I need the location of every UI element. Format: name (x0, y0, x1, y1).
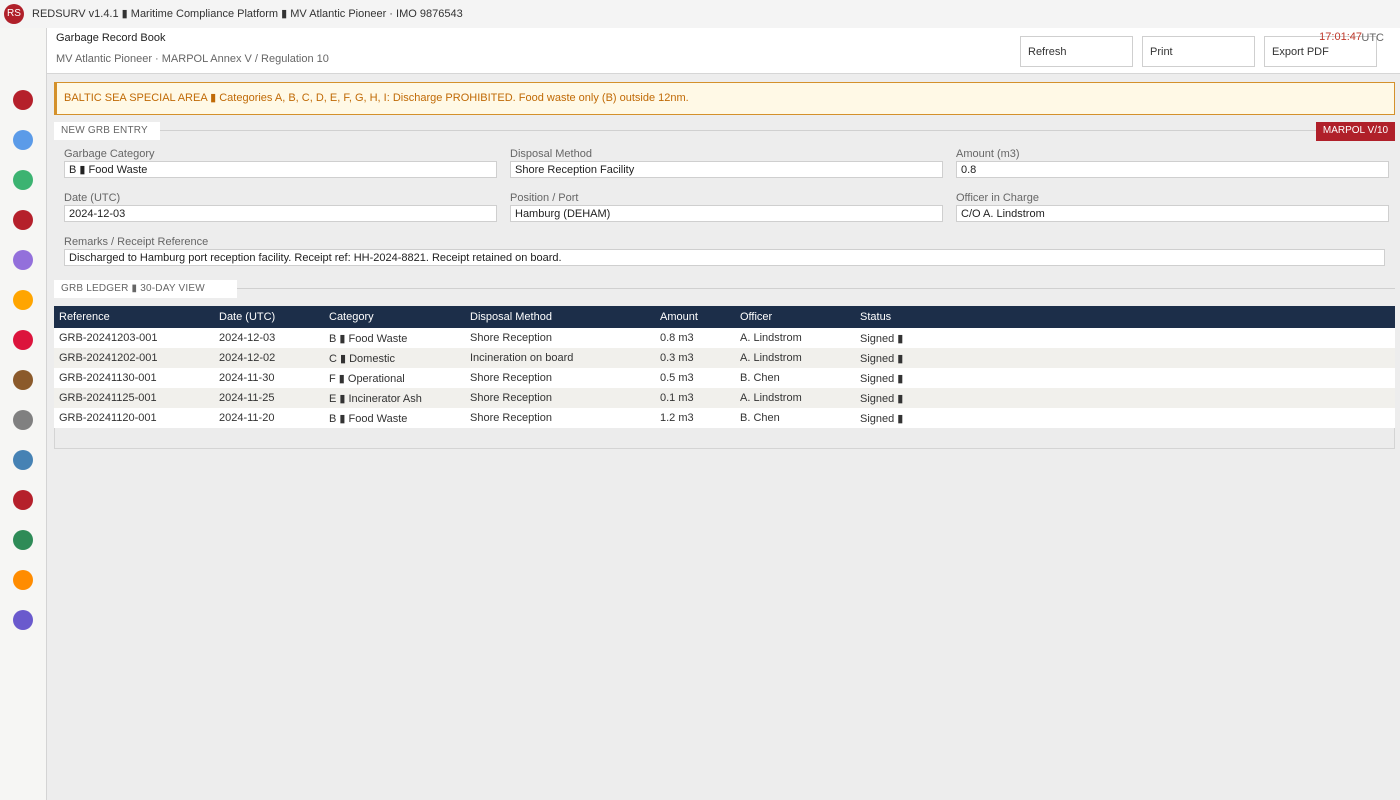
reference-cell: GRB-20241120-001 (59, 412, 157, 424)
title-bar: RS REDSURV v1.4.1 ▮ Maritime Compliance … (0, 0, 1400, 28)
darkorange-circle-icon[interactable] (13, 570, 33, 590)
date-cell: 2024-12-02 (219, 352, 276, 364)
disposal-method-cell: Incineration on board (470, 352, 574, 364)
orange-circle-icon[interactable] (13, 290, 33, 310)
section-divider (160, 130, 1316, 131)
print-button[interactable]: Print (1142, 36, 1255, 67)
utc-clock: 17:01:47 (1319, 31, 1362, 43)
officer-cell: B. Chen (740, 412, 780, 424)
disposal-method-cell: Shore Reception (470, 392, 552, 404)
brown-circle-icon[interactable] (13, 370, 33, 390)
seagreen-circle-icon[interactable] (13, 530, 33, 550)
officer-cell: A. Lindstrom (740, 392, 802, 404)
date-cell: 2024-11-30 (219, 372, 275, 384)
category-cell: B ▮ Food Waste (329, 332, 408, 345)
disposal-method-cell: Shore Reception (470, 372, 552, 384)
category-cell: E ▮ Incinerator Ash (329, 392, 422, 405)
method-label: Disposal Method (510, 148, 592, 160)
red-circle-icon[interactable] (13, 490, 33, 510)
blue-circle-icon[interactable] (13, 130, 33, 150)
date-label: Date (UTC) (64, 192, 121, 204)
remarks-field[interactable] (64, 249, 1385, 266)
reference-cell: GRB-20241202-001 (59, 352, 158, 364)
slateblue-circle-icon[interactable] (13, 610, 33, 630)
table-row[interactable]: GRB-20241125-001 2024-11-25 E ▮ Incinera… (54, 388, 1395, 408)
page-title: Garbage Record Book (56, 32, 166, 44)
amount-cell: 0.3 m3 (660, 352, 694, 364)
disposal-method-cell: Shore Reception (470, 412, 552, 424)
officer-cell: B. Chen (740, 372, 780, 384)
red-circle-icon[interactable] (13, 210, 33, 230)
gray-circle-icon[interactable] (13, 410, 33, 430)
status-cell: Signed ▮ (860, 332, 904, 345)
date-field[interactable] (64, 205, 497, 222)
column-header-status[interactable]: Status (855, 306, 1395, 328)
column-header-amount[interactable]: Amount (655, 306, 735, 328)
category-cell: F ▮ Operational (329, 372, 405, 385)
table-header-row: Reference Date (UTC) Category Disposal M… (54, 306, 1395, 328)
steelblue-circle-icon[interactable] (13, 450, 33, 470)
category-label: Garbage Category (64, 148, 155, 160)
amount-cell: 0.1 m3 (660, 392, 694, 404)
officer-field[interactable] (956, 205, 1389, 222)
status-cell: Signed ▮ (860, 392, 904, 405)
garbage-category-field[interactable] (64, 161, 497, 178)
crimson-circle-icon[interactable] (13, 330, 33, 350)
app-title: REDSURV v1.4.1 ▮ Maritime Compliance Pla… (32, 8, 463, 20)
page-subtitle: MV Atlantic Pioneer · MARPOL Annex V / R… (56, 53, 329, 65)
red-circle-icon[interactable] (13, 90, 33, 110)
column-header-date[interactable]: Date (UTC) (214, 306, 324, 328)
page-header: Garbage Record Book MV Atlantic Pioneer … (47, 28, 1400, 74)
amount-cell: 0.8 m3 (660, 332, 694, 344)
table-row[interactable]: GRB-20241130-001 2024-11-30 F ▮ Operatio… (54, 368, 1395, 388)
marpol-regulation-badge: MARPOL V/10 (1316, 122, 1395, 141)
date-cell: 2024-12-03 (219, 332, 276, 344)
table-footer (54, 428, 1395, 449)
amount-cell: 1.2 m3 (660, 412, 694, 424)
table-row[interactable]: GRB-20241120-001 2024-11-20 B ▮ Food Was… (54, 408, 1395, 428)
column-header-disposal-method[interactable]: Disposal Method (465, 306, 655, 328)
timezone-label: UTC (1361, 32, 1384, 44)
section-divider (237, 288, 1395, 289)
new-entry-section-title: NEW GRB ENTRY (54, 122, 160, 140)
purple-circle-icon[interactable] (13, 250, 33, 270)
reference-cell: GRB-20241130-001 (59, 372, 157, 384)
column-header-officer[interactable]: Officer (735, 306, 855, 328)
ledger-section-title: GRB LEDGER ▮ 30-DAY VIEW (54, 280, 237, 298)
amount-label: Amount (m3) (956, 148, 1020, 160)
status-cell: Signed ▮ (860, 412, 904, 425)
officer-label: Officer in Charge (956, 192, 1039, 204)
officer-cell: A. Lindstrom (740, 332, 802, 344)
refresh-button[interactable]: Refresh (1020, 36, 1133, 67)
status-cell: Signed ▮ (860, 372, 904, 385)
table-row[interactable]: GRB-20241203-001 2024-12-03 B ▮ Food Was… (54, 328, 1395, 348)
special-area-warning-banner: BALTIC SEA SPECIAL AREA ▮ Categories A, … (54, 82, 1395, 115)
table-row[interactable]: GRB-20241202-001 2024-12-02 C ▮ Domestic… (54, 348, 1395, 368)
position-port-field[interactable] (510, 205, 943, 222)
column-header-category[interactable]: Category (324, 306, 465, 328)
green-circle-icon[interactable] (13, 170, 33, 190)
remarks-label: Remarks / Receipt Reference (64, 236, 209, 248)
sidebar (0, 28, 47, 800)
date-cell: 2024-11-25 (219, 392, 275, 404)
disposal-method-cell: Shore Reception (470, 332, 552, 344)
app-logo: RS (4, 4, 24, 24)
amount-cell: 0.5 m3 (660, 372, 694, 384)
reference-cell: GRB-20241125-001 (59, 392, 157, 404)
amount-field[interactable] (956, 161, 1389, 178)
grb-ledger-table: Reference Date (UTC) Category Disposal M… (54, 306, 1395, 428)
status-cell: Signed ▮ (860, 352, 904, 365)
reference-cell: GRB-20241203-001 (59, 332, 158, 344)
category-cell: C ▮ Domestic (329, 352, 395, 365)
position-label: Position / Port (510, 192, 579, 204)
officer-cell: A. Lindstrom (740, 352, 802, 364)
column-header-reference[interactable]: Reference (54, 306, 214, 328)
date-cell: 2024-11-20 (219, 412, 275, 424)
disposal-method-field[interactable] (510, 161, 943, 178)
category-cell: B ▮ Food Waste (329, 412, 408, 425)
